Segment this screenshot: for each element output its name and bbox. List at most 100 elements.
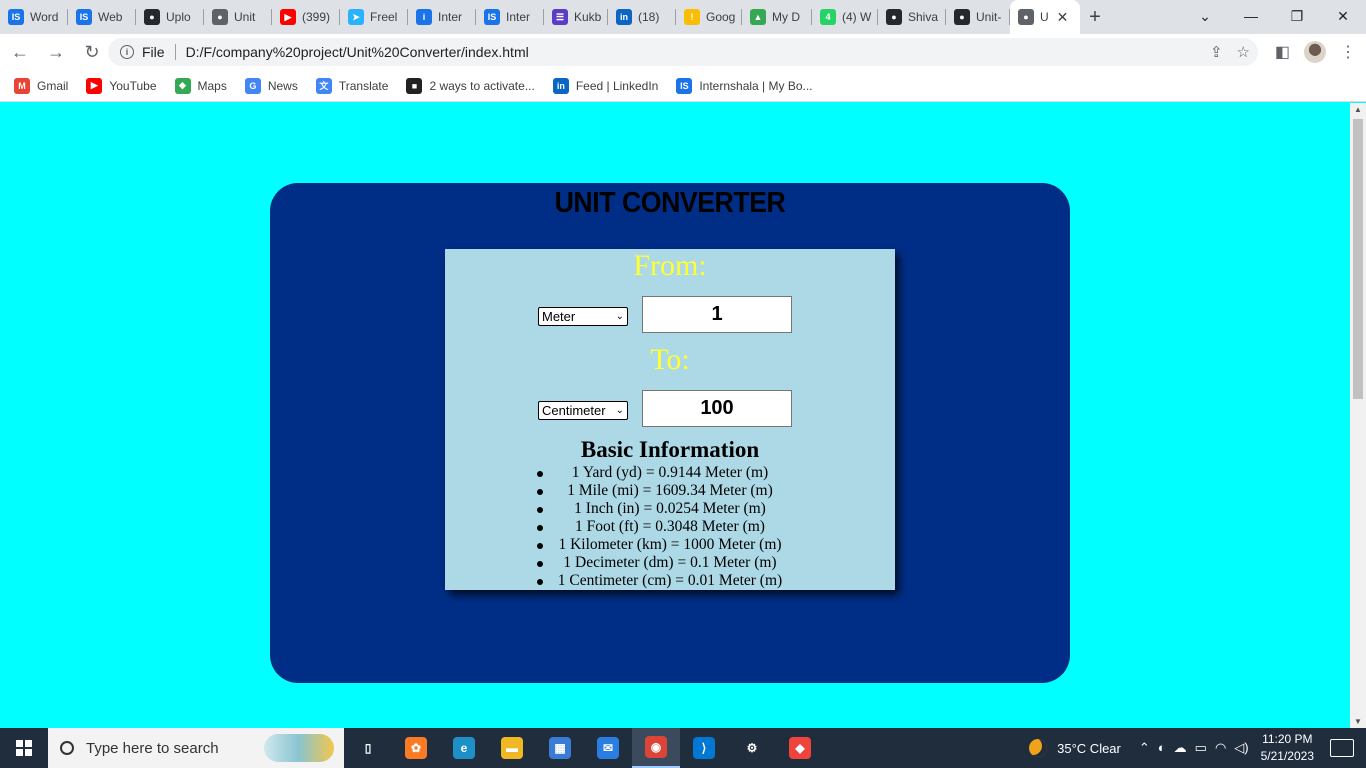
info-list-item: 1 Decimeter (dm) = 0.1 Meter (m) [445, 554, 895, 572]
tab-16[interactable]: ● U ✕ [1010, 0, 1080, 34]
to-unit-select[interactable]: Centimeter ⌄ [538, 401, 628, 420]
tab-8[interactable]: IS Inter [476, 0, 544, 34]
taskbar-app[interactable]: ◉ [632, 728, 680, 768]
taskbar-search[interactable]: Type here to search [48, 728, 344, 768]
bookmark-label: Internshala | My Bo... [699, 78, 813, 93]
github-icon: ● [144, 9, 160, 25]
tab-11[interactable]: ! Goog [676, 0, 742, 34]
reload-button[interactable]: ↻ [76, 36, 108, 68]
address-bar[interactable]: i File D:/F/company%20project/Unit%20Con… [108, 38, 1258, 66]
forward-button[interactable]: → [40, 36, 72, 68]
url-divider [174, 44, 176, 60]
chevron-down-icon: ⌄ [615, 405, 624, 416]
tab-15[interactable]: ● Unit- [946, 0, 1010, 34]
bookmark-item[interactable]: IS Internshala | My Bo... [676, 77, 813, 94]
taskbar-app[interactable]: ⚙ [728, 728, 776, 768]
taskbar-app[interactable]: ▦ [536, 728, 584, 768]
taskbar-app[interactable]: ▯ [344, 728, 392, 768]
scroll-down-icon[interactable]: ▼ [1354, 717, 1362, 726]
from-value-input[interactable]: 1 [642, 296, 792, 333]
bookmark-favicon-icon: IS [676, 77, 693, 94]
tab-13[interactable]: 4 (4) W [812, 0, 878, 34]
taskbar-app[interactable]: ✉ [584, 728, 632, 768]
tab-14[interactable]: ● Shiva [878, 0, 946, 34]
vscode-icon: ⟩ [693, 737, 715, 759]
info-list-item: 1 Yard (yd) = 0.9144 Meter (m) [445, 464, 895, 482]
bookmark-item[interactable]: ■ 2 ways to activate... [406, 77, 535, 94]
info-list-item: 1 Inch (in) = 0.0254 Meter (m) [445, 500, 895, 518]
chevron-up-icon[interactable]: ⌃ [1139, 740, 1150, 756]
tab-5[interactable]: ▶ (399) [272, 0, 340, 34]
close-window-button[interactable]: ✕ [1320, 0, 1366, 32]
url-text[interactable]: D:/F/company%20project/Unit%20Converter/… [186, 44, 529, 60]
internshala-icon: i [416, 9, 432, 25]
to-value-input[interactable]: 100 [642, 390, 792, 427]
volume-icon[interactable]: ◁) [1234, 740, 1248, 756]
freelancer-icon: ➤ [348, 9, 364, 25]
tab-search-icon[interactable]: ⌄ [1182, 0, 1228, 32]
bookmark-item[interactable]: M Gmail [14, 77, 68, 94]
bookmark-item[interactable]: ◆ Maps [174, 77, 227, 94]
site-info-icon[interactable]: i [120, 45, 134, 59]
edge-icon: e [453, 737, 475, 759]
bookmark-favicon-icon: ◆ [174, 77, 191, 94]
weather-widget[interactable]: 35°C Clear [1029, 739, 1121, 757]
bookmark-item[interactable]: in Feed | LinkedIn [552, 77, 658, 94]
taskbar-app[interactable]: ⟩ [680, 728, 728, 768]
bullet-icon [537, 561, 543, 567]
tab-9[interactable]: ☰ Kukb [544, 0, 608, 34]
taskbar-app[interactable]: ✿ [392, 728, 440, 768]
vertical-scrollbar[interactable]: ▲ ▼ [1350, 103, 1366, 728]
bookmark-item[interactable]: ▶ YouTube [86, 77, 157, 94]
bookmark-item[interactable]: 文 Translate [315, 77, 388, 94]
tab-12[interactable]: ▲ My D [742, 0, 812, 34]
clock-date: 5/21/2023 [1260, 749, 1314, 763]
mail-icon: ✉ [597, 737, 619, 759]
bookmark-item[interactable]: G News [244, 77, 298, 94]
internshala-icon: IS [76, 9, 92, 25]
scrollbar-thumb[interactable] [1353, 119, 1363, 399]
youtube-icon: ▶ [280, 9, 296, 25]
basic-info-heading: Basic Information [580, 437, 760, 462]
tab-7[interactable]: i Inter [408, 0, 476, 34]
tab-label: U [1040, 10, 1049, 24]
minimize-button[interactable]: — [1228, 0, 1274, 32]
menu-icon[interactable]: ⋮ [1340, 42, 1356, 62]
to-unit-value: Centimeter [542, 403, 606, 418]
maximize-button[interactable]: ❐ [1274, 0, 1320, 32]
search-icon [60, 741, 74, 755]
profile-avatar[interactable] [1304, 41, 1326, 63]
onedrive-icon[interactable]: ☁ [1174, 740, 1187, 756]
taskbar-apps: ▯ ✿ e ▬ ▦ ✉ ◉ ⟩ ⚙ ◆ [344, 728, 824, 768]
notification-icon[interactable] [1330, 739, 1354, 757]
tab-2[interactable]: IS Web [68, 0, 136, 34]
bookmark-star-icon[interactable]: ☆ [1237, 43, 1250, 61]
tab-1[interactable]: IS Word [0, 0, 68, 34]
wifi-icon[interactable]: ◠ [1215, 740, 1226, 756]
battery-icon[interactable]: ▭ [1195, 740, 1207, 756]
bookmark-label: News [267, 78, 298, 93]
share-icon[interactable]: ⇪ [1210, 43, 1223, 61]
close-tab-icon[interactable]: ✕ [1057, 9, 1069, 26]
new-tab-button[interactable]: + [1080, 0, 1110, 34]
from-unit-select[interactable]: Meter ⌄ [538, 307, 628, 326]
system-tray: 35°C Clear ⌃ ◐ ☁ ▭ ◠ ◁) 11:20 PM 5/21/20… [1029, 728, 1366, 768]
globe-icon: ● [212, 9, 228, 25]
taskbar-app[interactable]: e [440, 728, 488, 768]
start-button[interactable] [0, 728, 48, 768]
scroll-up-icon[interactable]: ▲ [1354, 105, 1362, 114]
clock[interactable]: 11:20 PM 5/21/2023 [1261, 731, 1314, 765]
meet-now-icon[interactable]: ◐ [1158, 740, 1166, 756]
taskbar-app[interactable]: ▬ [488, 728, 536, 768]
tab-10[interactable]: in (18) [608, 0, 676, 34]
tab-4[interactable]: ● Unit [204, 0, 272, 34]
bookmark-label: 2 ways to activate... [429, 78, 535, 93]
tab-6[interactable]: ➤ Freel [340, 0, 408, 34]
task-view-icon: ▯ [357, 737, 379, 759]
tab-label: Kukb [574, 10, 602, 24]
back-button[interactable]: ← [4, 36, 36, 68]
tab-3[interactable]: ● Uplo [136, 0, 204, 34]
bookmark-favicon-icon: in [552, 77, 569, 94]
taskbar-app[interactable]: ◆ [776, 728, 824, 768]
side-panel-icon[interactable]: ◧ [1275, 42, 1290, 62]
